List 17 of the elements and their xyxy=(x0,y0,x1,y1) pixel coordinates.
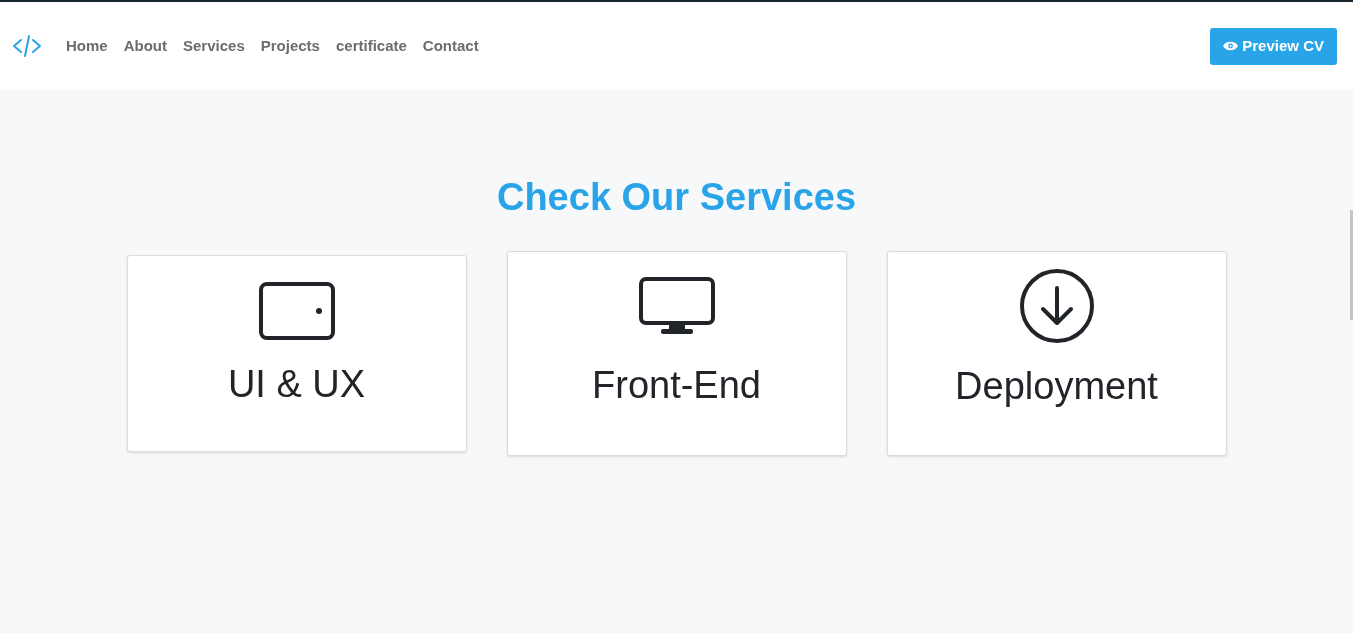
nav-link[interactable]: Home xyxy=(66,34,108,58)
card-title: Front-End xyxy=(592,363,761,408)
nav-link[interactable]: Services xyxy=(183,34,245,58)
tablet-icon xyxy=(258,282,335,340)
nav-link[interactable]: Projects xyxy=(260,34,320,58)
preview-cv-button[interactable]: Preview CV xyxy=(1210,27,1337,65)
nav-link[interactable]: certificate xyxy=(335,34,407,58)
code-icon[interactable] xyxy=(12,33,42,59)
section-title: Check Our Services xyxy=(496,175,857,220)
card-title: UI & UX xyxy=(227,362,366,407)
eye-icon xyxy=(1223,41,1239,51)
nav-link[interactable]: About xyxy=(123,34,167,58)
scrollbar-thumb[interactable] xyxy=(1350,210,1353,320)
nav-link[interactable]: Contact xyxy=(422,34,479,58)
card-title: Deployment xyxy=(955,364,1158,409)
monitor-icon xyxy=(638,277,715,337)
download-icon xyxy=(1018,268,1095,344)
